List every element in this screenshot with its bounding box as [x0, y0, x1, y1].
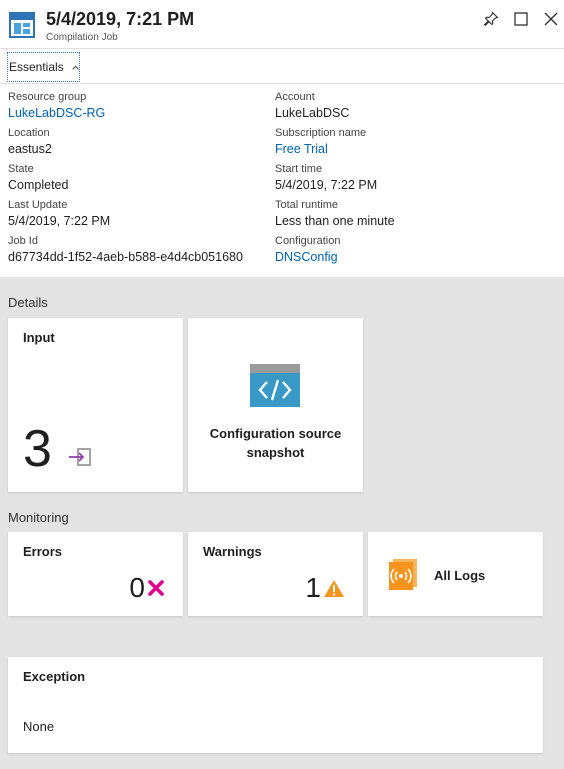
resource-group-link[interactable]: LukeLabDSC-RG	[8, 104, 268, 122]
essentials-panel: 5/4/2019, 7:21 PM Compilation Job Essent…	[0, 0, 564, 277]
pin-icon	[483, 11, 499, 27]
field-state: State Completed	[8, 162, 268, 194]
errors-metric: 0	[129, 572, 165, 604]
details-section-title: Details	[8, 295, 48, 310]
configuration-link[interactable]: DNSConfig	[275, 248, 535, 266]
field-resource-group: Resource group LukeLabDSC-RG	[8, 90, 268, 122]
essentials-bar: Essentials	[0, 48, 564, 84]
close-icon	[544, 12, 558, 26]
field-total-runtime: Total runtime Less than one minute	[275, 198, 535, 230]
field-label: Configuration	[275, 235, 341, 247]
error-x-icon	[148, 580, 164, 596]
field-account: Account LukeLabDSC	[275, 90, 535, 122]
logs-icon	[389, 559, 417, 590]
blade-header: 5/4/2019, 7:21 PM Compilation Job	[0, 0, 564, 48]
input-tile[interactable]: Input 3	[8, 318, 183, 492]
field-start-time: Start time 5/4/2019, 7:22 PM	[275, 162, 535, 194]
field-label: Subscription name	[275, 127, 367, 139]
maximize-button[interactable]	[512, 10, 530, 28]
snapshot-label-line-1: Configuration source	[209, 426, 342, 441]
field-value: d67734dd-1f52-4aeb-b588-e4d4cb051680	[8, 250, 243, 264]
maximize-icon	[514, 12, 528, 26]
warnings-tile[interactable]: Warnings 1	[188, 532, 363, 616]
close-button[interactable]	[542, 10, 560, 28]
field-label: Account	[275, 91, 315, 103]
errors-tile[interactable]: Errors 0	[8, 532, 183, 616]
field-label: Job Id	[8, 235, 38, 247]
field-value: LukeLabDSC	[275, 106, 350, 120]
field-label: Resource group	[8, 91, 87, 103]
warning-triangle-icon	[324, 579, 344, 597]
field-label: Start time	[275, 163, 323, 175]
field-configuration: Configuration DNSConfig	[275, 234, 535, 266]
compilation-job-icon	[9, 12, 35, 38]
field-last-update: Last Update 5/4/2019, 7:22 PM	[8, 198, 268, 230]
exception-value: None	[23, 719, 55, 734]
snapshot-label: Configuration source snapshot	[188, 424, 363, 462]
subscription-link[interactable]: Free Trial	[275, 140, 535, 158]
warnings-metric: 1	[305, 572, 345, 604]
warnings-count: 1	[305, 572, 321, 603]
monitoring-section-title: Monitoring	[8, 510, 69, 525]
errors-count: 0	[129, 572, 145, 603]
field-value: 5/4/2019, 7:22 PM	[8, 214, 111, 228]
configuration-snapshot-tile[interactable]: Configuration source snapshot	[188, 318, 363, 492]
field-label: Total runtime	[275, 199, 338, 211]
essentials-toggle-label: Essentials	[9, 60, 64, 74]
all-logs-label: All Logs	[434, 568, 486, 583]
input-count: 3	[23, 420, 52, 478]
errors-tile-title: Errors	[23, 544, 63, 559]
field-value: eastus2	[8, 142, 52, 156]
field-label: State	[8, 163, 34, 175]
field-value: Completed	[8, 178, 69, 192]
page-subtitle: Compilation Job	[46, 32, 118, 43]
all-logs-tile[interactable]: All Logs	[368, 532, 543, 616]
field-label: Last Update	[8, 199, 68, 211]
code-icon	[250, 364, 300, 407]
field-value: 5/4/2019, 7:22 PM	[275, 178, 378, 192]
pin-button[interactable]	[482, 10, 500, 28]
warnings-tile-title: Warnings	[203, 544, 262, 559]
snapshot-label-line-2: snapshot	[246, 445, 305, 460]
field-label: Location	[8, 127, 50, 139]
input-icon	[69, 448, 91, 466]
field-job-id: Job Id d67734dd-1f52-4aeb-b588-e4d4cb051…	[8, 234, 268, 266]
input-tile-title: Input	[23, 330, 55, 345]
page-title: 5/4/2019, 7:21 PM	[46, 9, 195, 29]
chevron-up-icon	[72, 65, 79, 70]
exception-tile: Exception None	[8, 657, 543, 753]
essentials-toggle-button[interactable]: Essentials	[7, 52, 80, 82]
field-location: Location eastus2	[8, 126, 268, 158]
field-value: Less than one minute	[275, 214, 395, 228]
field-subscription-name: Subscription name Free Trial	[275, 126, 535, 158]
exception-title: Exception	[23, 669, 86, 684]
